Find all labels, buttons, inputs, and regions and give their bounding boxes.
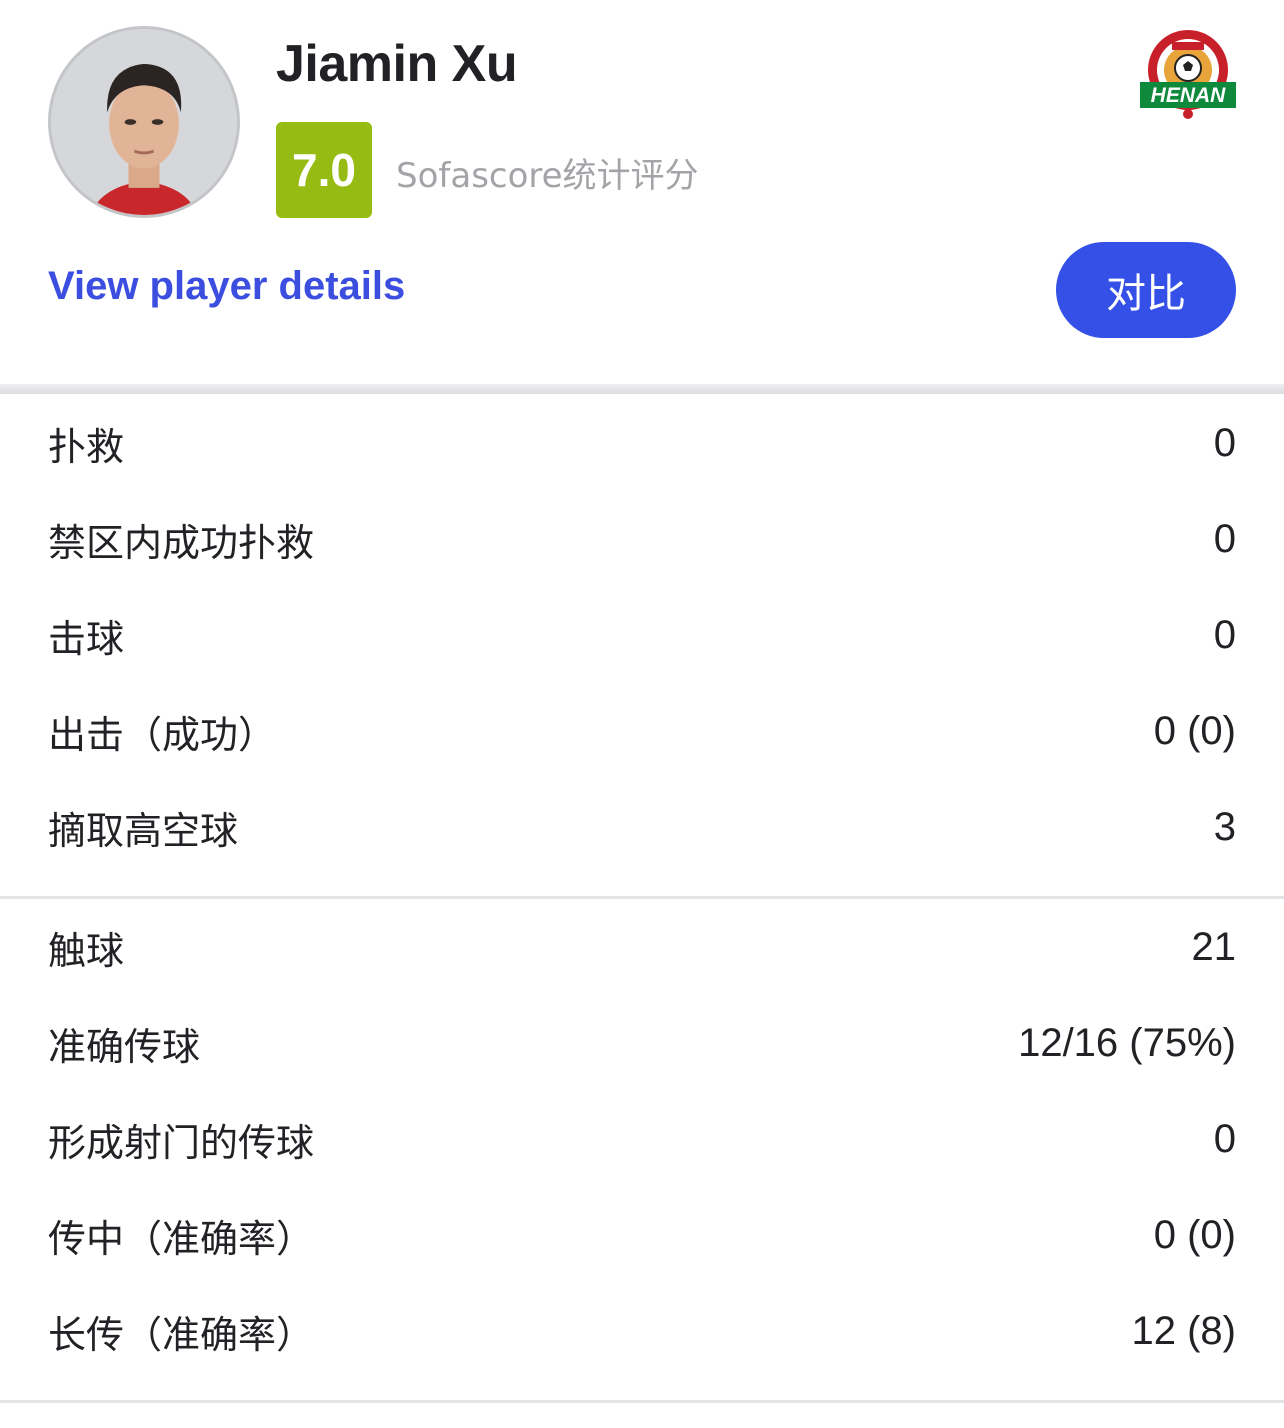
stat-row: 摘取高空球 3 (0, 779, 1284, 875)
stat-label: 形成射门的传球 (48, 1120, 315, 1165)
stat-label: 扑救 (48, 424, 125, 469)
club-logo[interactable]: HENAN (1140, 28, 1236, 120)
view-player-details-link[interactable]: View player details (48, 264, 405, 309)
stat-row: 准确传球 12/16 (75%) (0, 995, 1284, 1091)
stat-row: 扑救 0 (0, 395, 1284, 491)
stat-row: 出击（成功） 0 (0) (0, 683, 1284, 779)
stat-row: 禁区内成功扑救 0 (0, 491, 1284, 587)
club-logo-text: HENAN (1151, 84, 1227, 107)
stat-value: 12/16 (75%) (1018, 1020, 1236, 1065)
stat-row: 击球 0 (0, 587, 1284, 683)
stat-value: 21 (1191, 924, 1237, 969)
stat-row: 触球 21 (0, 899, 1284, 995)
stat-value: 12 (8) (1131, 1308, 1237, 1353)
stat-label: 禁区内成功扑救 (48, 520, 315, 565)
stat-row: 长传（准确率） 12 (8) (0, 1283, 1284, 1379)
stat-value: 3 (1213, 804, 1236, 849)
player-header: Jiamin Xu 7.0 Sofascore统计评分 HENAN View p… (0, 0, 1284, 386)
stat-label: 触球 (48, 928, 125, 973)
stat-value: 0 (1213, 516, 1236, 561)
header-divider (0, 384, 1284, 394)
player-name: Jiamin Xu (276, 35, 518, 93)
stat-label: 出击（成功） (48, 712, 277, 757)
stat-value: 0 (1213, 420, 1236, 465)
henan-fc-crest-icon: HENAN (1140, 30, 1236, 119)
group-divider (0, 1400, 1284, 1403)
rating-badge: 7.0 (276, 122, 372, 218)
player-stats-card: Jiamin Xu 7.0 Sofascore统计评分 HENAN View p… (0, 0, 1284, 1428)
stats-group-passing: 触球 21 准确传球 12/16 (75%) 形成射门的传球 0 传中（准确率） 0 (0) 长… (0, 899, 1284, 1379)
stat-value: 0 (1213, 1116, 1236, 1161)
player-avatar[interactable] (48, 26, 240, 218)
stat-label: 准确传球 (48, 1024, 201, 1069)
rating-label: Sofascore统计评分 (396, 156, 699, 196)
stats-group-goalkeeping: 扑救 0 禁区内成功扑救 0 击球 0 出击（成功） 0 (0) 摘取高空球 3 (0, 395, 1284, 875)
stat-label: 长传（准确率） (48, 1312, 315, 1357)
stat-value: 0 (0) (1153, 1212, 1236, 1257)
stat-label: 击球 (48, 616, 125, 661)
stat-row: 传中（准确率） 0 (0) (0, 1187, 1284, 1283)
player-photo-icon (51, 29, 237, 215)
stat-row: 形成射门的传球 0 (0, 1091, 1284, 1187)
stat-label: 摘取高空球 (48, 808, 239, 853)
stat-value: 0 (1213, 612, 1236, 657)
compare-button[interactable]: 对比 (1056, 242, 1236, 338)
stat-label: 传中（准确率） (48, 1216, 315, 1261)
stat-value: 0 (0) (1153, 708, 1236, 753)
